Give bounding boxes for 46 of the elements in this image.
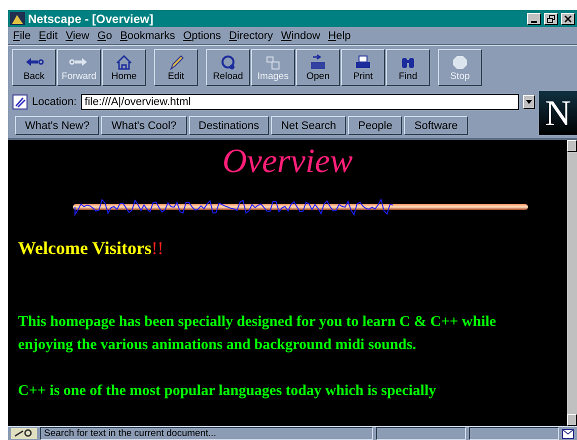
scroll-down-button[interactable] xyxy=(567,414,577,426)
scroll-up-button[interactable] xyxy=(567,140,577,152)
close-button[interactable] xyxy=(561,12,575,24)
location-field[interactable]: file:///A|/overview.html xyxy=(80,94,519,110)
menu-item[interactable]: Help xyxy=(328,30,351,42)
toolbar-button[interactable]: Edit xyxy=(154,49,198,86)
security-key-icon xyxy=(11,428,37,439)
directory-button[interactable]: Destinations xyxy=(188,116,270,135)
toolbar-button[interactable]: Back xyxy=(12,49,56,86)
paragraph: This homepage has been specially designed for you to learn C & C++ while enjoying the various animations and background midi sounds. xyxy=(18,313,498,355)
dropdown-button[interactable] xyxy=(523,95,535,109)
menu-item[interactable]: Go xyxy=(97,30,112,42)
directory-button[interactable]: What's Cool? xyxy=(101,116,187,135)
menu-item[interactable]: Options xyxy=(183,30,222,42)
menu-item[interactable]: View xyxy=(66,30,90,42)
location-label: Location: xyxy=(32,96,77,108)
paragraph: C++ is one of the most popular languages today which is specially xyxy=(18,382,438,401)
menu-item[interactable]: Directory xyxy=(229,30,274,42)
toolbar-button[interactable]: Print xyxy=(341,49,385,86)
minimize-icon xyxy=(531,20,537,22)
restore-icon xyxy=(547,14,555,22)
netscape-logo: N xyxy=(539,91,577,135)
status-message: Search for text in the current document... xyxy=(40,427,373,440)
caret-icon xyxy=(526,100,532,104)
directory-button[interactable]: Net Search xyxy=(271,116,346,135)
welcome-heading: Welcome Visitors!! xyxy=(18,238,164,259)
directory-button[interactable]: Software xyxy=(404,116,468,135)
toolbar-button[interactable]: Find xyxy=(386,49,430,86)
mail-icon[interactable] xyxy=(562,428,574,438)
directory-button[interactable]: People xyxy=(348,116,402,135)
toolbar-button[interactable]: Open xyxy=(296,49,340,86)
restore-button[interactable] xyxy=(544,12,558,24)
toolbar-button[interactable]: Home xyxy=(102,49,146,86)
minimize-button[interactable] xyxy=(527,12,541,24)
menu-item[interactable]: Edit xyxy=(38,30,58,42)
page-title: Overview xyxy=(221,142,354,182)
window-title: Netscape - [Overview] xyxy=(28,12,154,26)
app-icon xyxy=(10,12,25,25)
scrollbar[interactable] xyxy=(567,140,577,426)
bookmark-icon xyxy=(12,94,28,110)
close-icon xyxy=(564,14,572,22)
menu-item[interactable]: Bookmarks xyxy=(120,30,176,42)
menu-item[interactable]: Window xyxy=(281,30,320,42)
toolbar-button[interactable]: Reload xyxy=(206,49,250,86)
directory-button[interactable]: What's New? xyxy=(15,116,100,135)
menu-item[interactable]: File xyxy=(13,30,31,42)
